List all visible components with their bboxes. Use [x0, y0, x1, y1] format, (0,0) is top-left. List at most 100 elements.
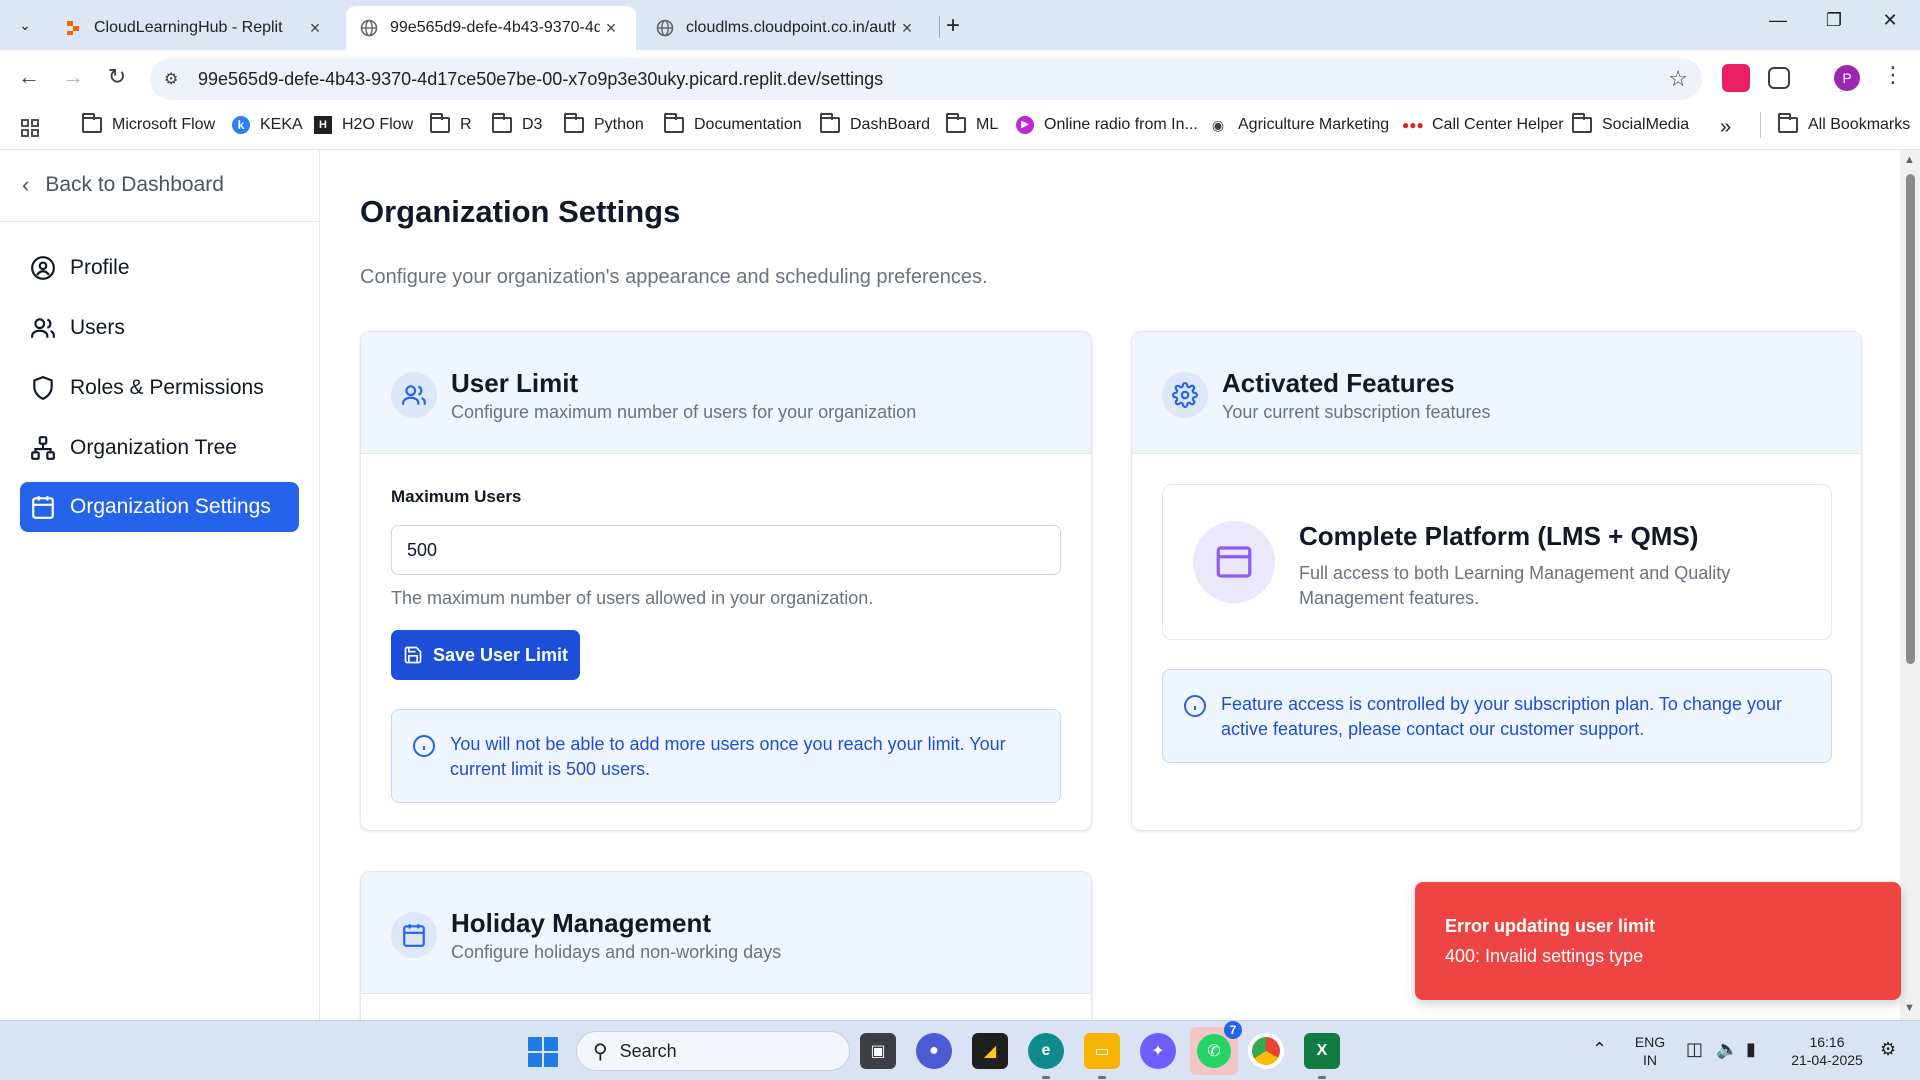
extension-icon[interactable]	[1722, 64, 1750, 92]
taskbar-search[interactable]: ⚲ Search	[576, 1031, 850, 1071]
windows-start-icon[interactable]	[528, 1037, 558, 1067]
teams-chat-icon[interactable]: ●	[916, 1033, 952, 1069]
battery-icon[interactable]: ▮	[1746, 1039, 1756, 1060]
taskbar-search-label: Search	[619, 1040, 677, 1061]
profile-avatar[interactable]: P	[1834, 65, 1860, 91]
volume-icon[interactable]: 🔈	[1716, 1039, 1738, 1060]
bookmark-r[interactable]: R	[430, 113, 472, 134]
sidebar-item-label: Users	[70, 316, 125, 339]
page-title: Organization Settings	[360, 194, 681, 229]
sidebar-item-users[interactable]: Users	[20, 303, 299, 353]
more-bookmarks-icon[interactable]: »	[1720, 116, 1731, 139]
apps-grid-icon[interactable]	[20, 118, 40, 138]
save-icon	[404, 646, 422, 664]
users-icon-badge	[391, 372, 437, 418]
language-indicator[interactable]: ENG IN	[1630, 1033, 1670, 1069]
browser-tab-auth[interactable]: cloudlms.cloudpoint.co.in/auth ×	[642, 6, 932, 50]
bookmark-online-radio[interactable]: ▶ Online radio from In...	[1016, 116, 1198, 134]
plan-title: Complete Platform (LMS + QMS)	[1299, 521, 1699, 551]
toast-message: 400: Invalid settings type	[1445, 946, 1644, 966]
replit-favicon-icon	[67, 21, 79, 35]
chrome-browser-icon[interactable]	[1248, 1033, 1284, 1069]
address-bar[interactable]: ⚙ 99e565d9-defe-4b43-9370-4d17ce50e7be-0…	[150, 58, 1702, 100]
bookmark-dashboard[interactable]: DashBoard	[820, 113, 930, 134]
bookmark-documentation[interactable]: Documentation	[664, 113, 802, 134]
info-text: Feature access is controlled by your sub…	[1221, 694, 1782, 739]
sidebar-item-label: Organization Tree	[70, 436, 237, 459]
page-scrollbar[interactable]: ▲ ▼	[1900, 150, 1920, 1020]
max-users-input[interactable]	[391, 525, 1061, 575]
back-to-dashboard-link[interactable]: ‹ Back to Dashboard	[22, 172, 224, 198]
url-text[interactable]: 99e565d9-defe-4b43-9370-4d17ce50e7be-00-…	[198, 69, 883, 90]
bookmark-d3[interactable]: D3	[492, 113, 542, 134]
excel-icon[interactable]: X	[1304, 1033, 1340, 1079]
play-icon: ▶	[1016, 116, 1034, 134]
bookmark-label: KEKA	[260, 116, 303, 133]
h2o-icon: H	[314, 116, 332, 134]
folder-icon	[492, 113, 512, 133]
sidebar-item-profile[interactable]: Profile	[20, 243, 299, 293]
toast-title: Error updating user limit	[1445, 916, 1656, 936]
chevron-up-icon[interactable]: ⌃	[1592, 1039, 1607, 1060]
scroll-thumb[interactable]	[1906, 174, 1915, 664]
bookmark-keka[interactable]: k KEKA	[232, 116, 303, 134]
scroll-down-icon[interactable]: ▼	[1904, 1002, 1915, 1014]
folder-icon	[664, 113, 684, 133]
save-user-limit-button[interactable]: Save User Limit	[391, 630, 580, 680]
tab-close-icon[interactable]: ×	[304, 18, 326, 39]
file-explorer-icon[interactable]: ▭	[1084, 1033, 1120, 1079]
puzzle-extensions-icon[interactable]	[1768, 67, 1790, 89]
browser-tab-settings[interactable]: 99e565d9-defe-4b43-9370-4d1 ×	[346, 6, 636, 50]
settings-sidebar: ‹ Back to Dashboard Profile Users Roles …	[0, 150, 320, 1020]
tab-search-button[interactable]: ⌄	[10, 10, 40, 40]
reload-icon[interactable]: ↻	[102, 64, 132, 90]
sidebar-item-org-settings[interactable]: Organization Settings	[20, 482, 299, 532]
bookmark-star-icon[interactable]: ☆	[1668, 66, 1688, 92]
bookmark-call-center-helper[interactable]: ●●● Call Center Helper	[1402, 116, 1564, 134]
error-toast[interactable]: Error updating user limit 400: Invalid s…	[1415, 882, 1901, 1000]
site-settings-icon[interactable]: ⚙	[164, 69, 186, 89]
whatsapp-badge: 7	[1224, 1021, 1242, 1039]
bookmark-ml[interactable]: ML	[946, 113, 998, 134]
bookmark-h2o-flow[interactable]: H H2O Flow	[314, 116, 413, 134]
bookmark-microsoft-flow[interactable]: Microsoft Flow	[82, 113, 215, 134]
users-icon	[31, 318, 55, 338]
bookmark-python[interactable]: Python	[564, 113, 644, 134]
tab-title: CloudLearningHub - Replit	[94, 19, 283, 36]
forward-arrow-icon[interactable]: →	[58, 64, 88, 90]
scroll-up-icon[interactable]: ▲	[1904, 154, 1915, 166]
notifications-icon[interactable]: ⚙	[1880, 1039, 1896, 1060]
close-window-icon[interactable]: ✕	[1870, 10, 1910, 31]
sticky-notes-icon[interactable]: ◢	[972, 1033, 1008, 1069]
all-bookmarks[interactable]: All Bookmarks	[1778, 113, 1911, 134]
restore-icon[interactable]: ❐	[1814, 10, 1854, 31]
running-indicator	[1098, 1076, 1106, 1079]
network-icon[interactable]: ◫	[1686, 1039, 1703, 1060]
edge-browser-icon[interactable]: e	[1028, 1033, 1064, 1079]
new-tab-button[interactable]: +	[946, 12, 960, 40]
holiday-management-card: Holiday Management Configure holidays an…	[360, 871, 1092, 1020]
sidebar-item-org-tree[interactable]: Organization Tree	[20, 423, 299, 473]
bookmark-label: R	[460, 116, 472, 133]
back-arrow-icon[interactable]: ←	[14, 64, 44, 90]
calendar-icon-badge	[391, 912, 437, 958]
more-menu-icon[interactable]: ⋮	[1882, 62, 1904, 88]
browser-tab-replit[interactable]: CloudLearningHub - Replit ×	[50, 6, 340, 50]
minimize-icon[interactable]: —	[1758, 10, 1798, 31]
info-icon	[1184, 695, 1206, 717]
tab-close-icon[interactable]: ×	[600, 18, 622, 39]
user-circle-icon	[31, 256, 55, 280]
copilot-icon[interactable]: ✦	[1140, 1033, 1176, 1069]
bookmark-label: All Bookmarks	[1808, 116, 1911, 133]
tab-title: 99e565d9-defe-4b43-9370-4d1	[390, 19, 600, 36]
whatsapp-icon[interactable]: ✆ 7	[1190, 1021, 1242, 1075]
tab-close-icon[interactable]: ×	[896, 18, 918, 39]
bookmark-socialmedia[interactable]: SocialMedia	[1572, 113, 1690, 134]
sidebar-item-roles[interactable]: Roles & Permissions	[20, 363, 299, 413]
bookmark-label: SocialMedia	[1602, 116, 1690, 133]
sidebar-item-label: Roles & Permissions	[70, 376, 264, 399]
bookmark-agriculture-marketing[interactable]: ◉ Agriculture Marketing	[1208, 116, 1389, 134]
tab-title: cloudlms.cloudpoint.co.in/auth	[686, 19, 896, 36]
clock[interactable]: 16:16 21-04-2025	[1782, 1033, 1872, 1069]
task-view-icon[interactable]: ▣	[860, 1033, 896, 1069]
